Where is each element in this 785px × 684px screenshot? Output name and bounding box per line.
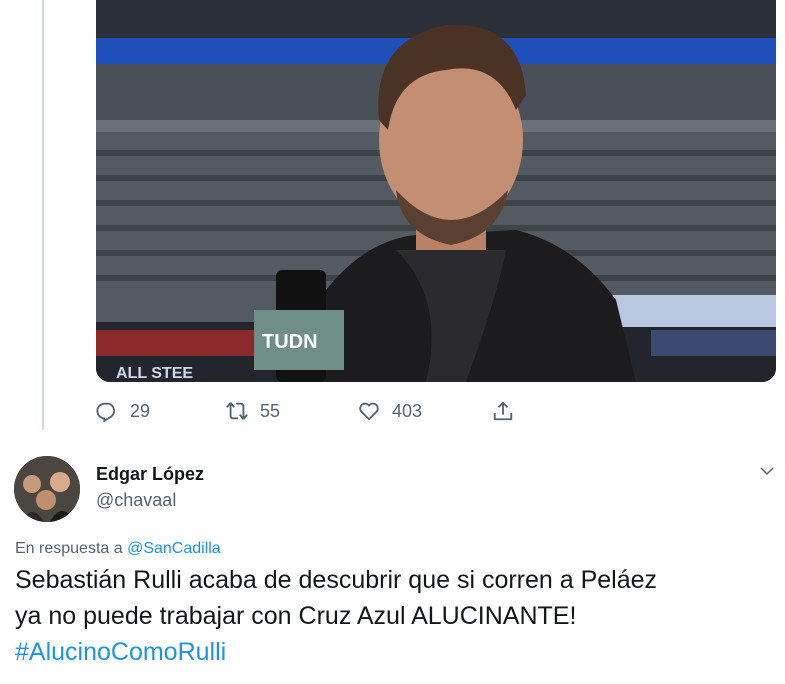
- tweet-text: Sebastián Rulli acaba de descubrir que s…: [15, 562, 775, 670]
- share-button[interactable]: [492, 400, 526, 422]
- hashtag-link[interactable]: #AlucinoComoRulli: [15, 634, 775, 670]
- user-handle[interactable]: @chavaal: [96, 490, 176, 511]
- reply-count: 29: [130, 400, 151, 421]
- tweet-actions: 29 55 403: [96, 400, 556, 430]
- video-thumbnail[interactable]: ALL STEE TUDN: [96, 0, 776, 382]
- share-icon: [493, 401, 513, 421]
- thread-connector-line: [42, 0, 44, 430]
- retweet-count: 55: [260, 400, 281, 421]
- retweet-icon: [226, 402, 248, 420]
- retweet-button[interactable]: 55: [226, 400, 280, 422]
- chevron-down-icon[interactable]: [758, 462, 776, 480]
- like-button[interactable]: 403: [358, 400, 422, 422]
- reply-context: En respuesta a @SanCadilla: [15, 540, 221, 558]
- mic-flag-text: TUDN: [262, 331, 318, 353]
- reply-mention-link[interactable]: @SanCadilla: [127, 540, 221, 557]
- like-count: 403: [392, 400, 423, 421]
- reply-icon: [96, 402, 116, 422]
- stadium-banner-text: ALL STEE: [116, 365, 193, 382]
- tweet-text-line-1: Sebastián Rulli acaba de descubrir que s…: [15, 566, 658, 594]
- reply-prefix: En respuesta a: [15, 540, 123, 557]
- display-name[interactable]: Edgar López: [96, 464, 204, 485]
- reply-button[interactable]: 29: [96, 400, 150, 422]
- avatar[interactable]: [14, 456, 80, 522]
- tweet-text-line-2: ya no puede trabajar con Cruz Azul ALUCI…: [15, 602, 577, 630]
- like-icon: [359, 402, 379, 421]
